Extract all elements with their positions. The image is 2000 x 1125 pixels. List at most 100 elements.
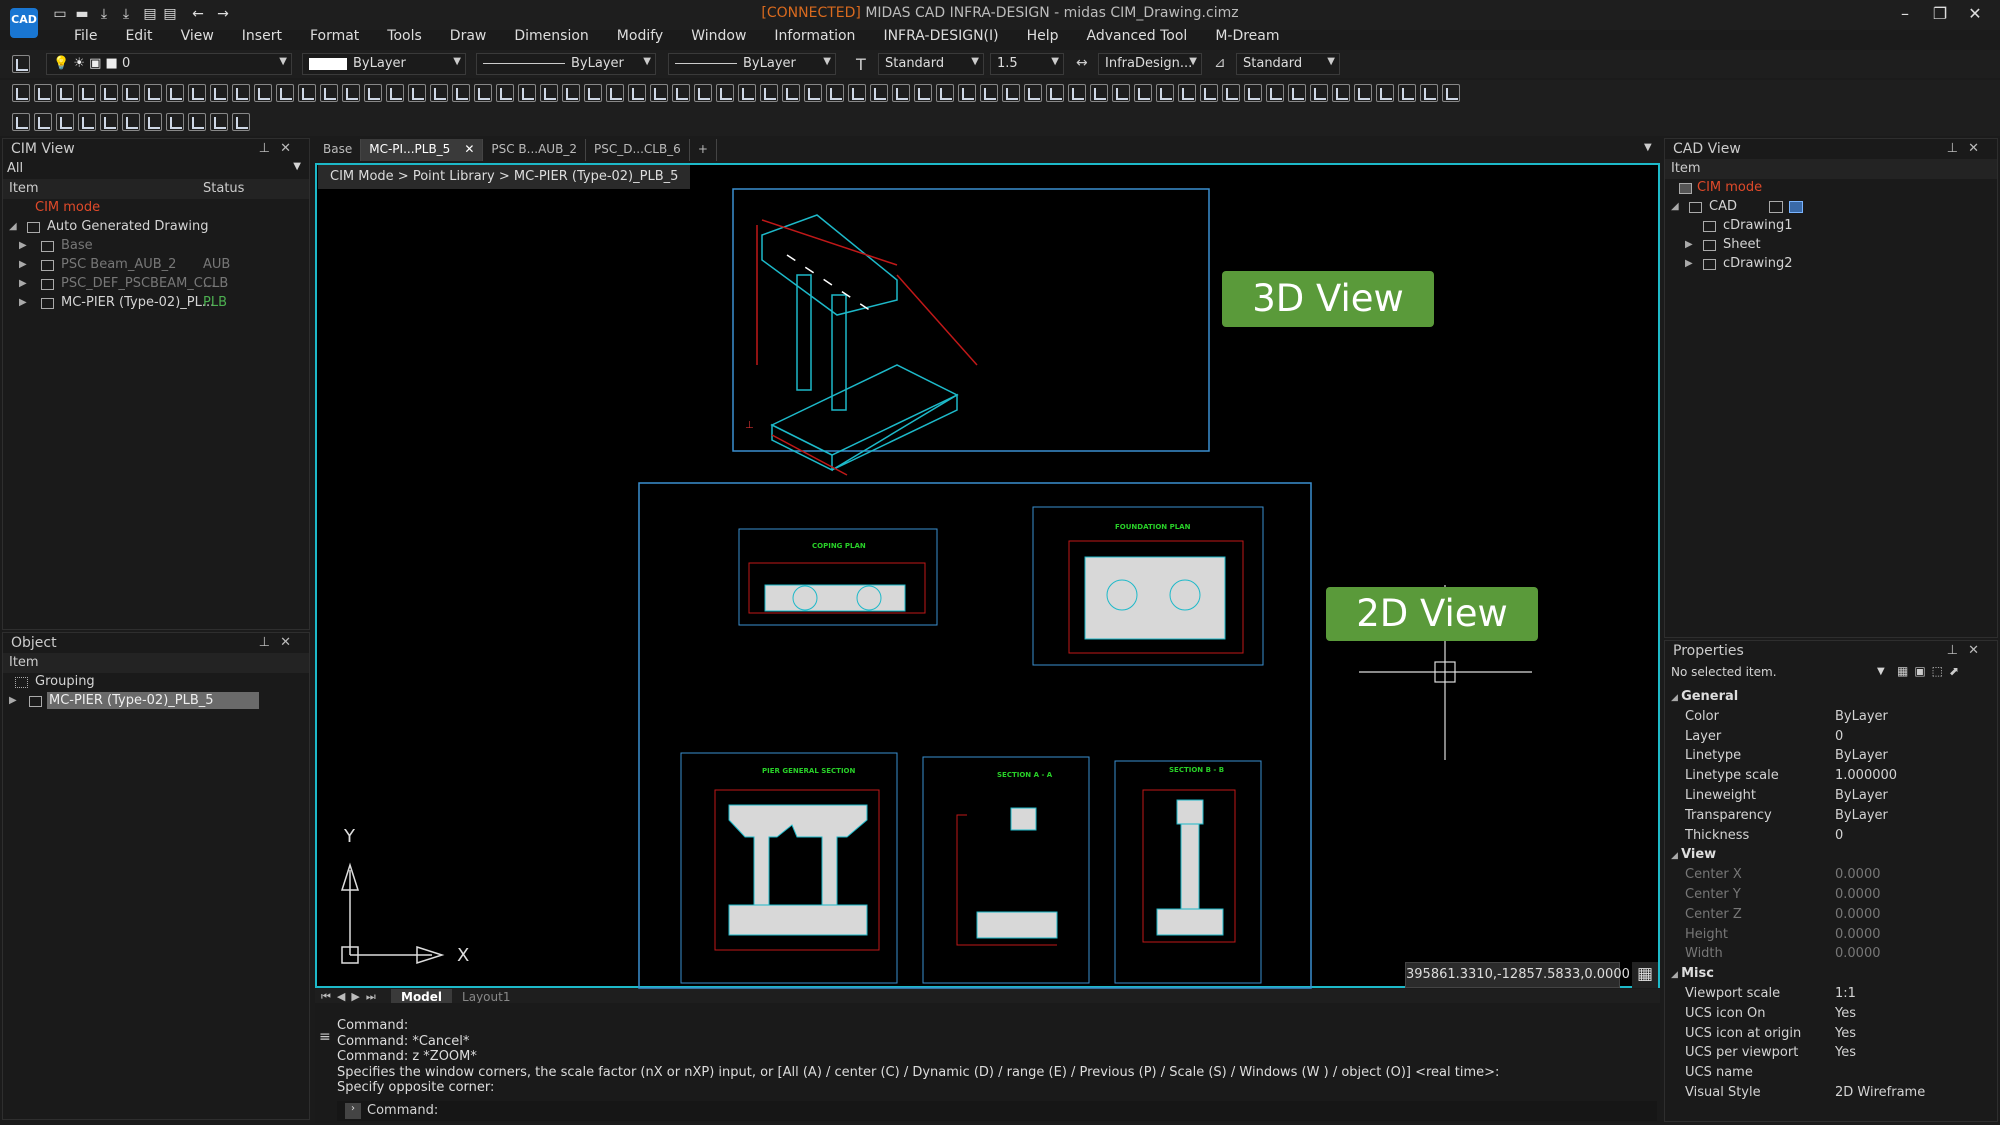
tool-icon[interactable] bbox=[364, 84, 382, 102]
tool-icon[interactable] bbox=[1354, 84, 1372, 102]
expand-icon[interactable]: ▶ bbox=[1685, 258, 1693, 269]
properties-pin-close-icons[interactable]: ⊥✕ bbox=[1947, 643, 1989, 658]
tool-icon[interactable] bbox=[1156, 84, 1174, 102]
modify-tool-icon[interactable] bbox=[56, 113, 74, 131]
tool-icon[interactable] bbox=[518, 84, 536, 102]
menu-advanced-tool[interactable]: Advanced Tool bbox=[1073, 26, 1202, 48]
tool-icon[interactable] bbox=[342, 84, 360, 102]
minimize-button[interactable]: – bbox=[1885, 2, 1925, 26]
tool-icon[interactable] bbox=[1332, 84, 1350, 102]
selection-select[interactable]: No selected item. ▼ ▦▣⬚⬈ bbox=[1665, 661, 1997, 687]
tool-icon[interactable] bbox=[760, 84, 778, 102]
tool-icon[interactable] bbox=[386, 84, 404, 102]
modify-tool-icon[interactable] bbox=[166, 113, 184, 131]
tool-icon[interactable] bbox=[1024, 84, 1042, 102]
doc-tab[interactable]: PSC B...AUB_2 bbox=[483, 139, 586, 161]
tool-icon[interactable] bbox=[1420, 84, 1438, 102]
tool-icon[interactable] bbox=[1310, 84, 1328, 102]
property-row[interactable]: Center Z 0.0000 bbox=[1665, 905, 1997, 925]
object-pin-close-icons[interactable]: ⊥✕ bbox=[259, 635, 301, 650]
tool-icon[interactable] bbox=[606, 84, 624, 102]
linetype-combo[interactable]: ByLayer ▼ bbox=[476, 53, 656, 75]
tool-icon[interactable] bbox=[540, 84, 558, 102]
menu-file[interactable]: File bbox=[60, 26, 111, 48]
property-row[interactable]: Lineweight ByLayer bbox=[1665, 786, 1997, 806]
cim-item[interactable]: ▶ Base bbox=[3, 237, 309, 256]
tool-icon[interactable] bbox=[892, 84, 910, 102]
selection-tools-icons[interactable]: ▦▣⬚⬈ bbox=[1897, 664, 1965, 678]
menu-insert[interactable]: Insert bbox=[228, 26, 296, 48]
tool-icon[interactable] bbox=[1222, 84, 1240, 102]
view-section[interactable]: ◢ View bbox=[1665, 845, 1997, 865]
tool-icon[interactable] bbox=[12, 84, 30, 102]
property-row[interactable]: Transparency ByLayer bbox=[1665, 806, 1997, 826]
command-input[interactable]: › Command: bbox=[337, 1101, 1657, 1121]
command-menu-icon[interactable]: ≡ bbox=[319, 1029, 331, 1045]
tool-icon[interactable] bbox=[298, 84, 316, 102]
tool-icon[interactable] bbox=[826, 84, 844, 102]
layer-combo[interactable]: 💡 ☀ ▣ ■ 0 ▼ bbox=[46, 53, 292, 75]
tool-icon[interactable] bbox=[254, 84, 272, 102]
menu-dimension[interactable]: Dimension bbox=[500, 26, 602, 48]
tool-icon[interactable] bbox=[1398, 84, 1416, 102]
tool-icon[interactable] bbox=[144, 84, 162, 102]
menu-format[interactable]: Format bbox=[296, 26, 373, 48]
tool-icon[interactable] bbox=[56, 84, 74, 102]
expand-icon[interactable]: ▶ bbox=[19, 259, 27, 270]
tool-icon[interactable] bbox=[1090, 84, 1108, 102]
modify-tool-icon[interactable] bbox=[232, 113, 250, 131]
modify-tool-icon[interactable] bbox=[78, 113, 96, 131]
menu-m-dream[interactable]: M-Dream bbox=[1201, 26, 1293, 48]
modify-tool-icon[interactable] bbox=[122, 113, 140, 131]
color-combo[interactable]: ByLayer ▼ bbox=[302, 53, 466, 75]
tool-icon[interactable] bbox=[1112, 84, 1130, 102]
menu-infra-design-i-[interactable]: INFRA-DESIGN(I) bbox=[869, 26, 1012, 48]
expand-icon[interactable]: ▶ bbox=[19, 240, 27, 251]
property-row[interactable]: UCS per viewport Yes bbox=[1665, 1043, 1997, 1063]
tabs-dropdown-icon[interactable]: ▼ bbox=[1644, 142, 1652, 153]
tool-icon[interactable] bbox=[870, 84, 888, 102]
tool-icon[interactable] bbox=[408, 84, 426, 102]
cad-item[interactable]: ▶ cDrawing2 bbox=[1665, 255, 1997, 274]
property-row[interactable]: Thickness 0 bbox=[1665, 826, 1997, 846]
cad-root-node[interactable]: ◢ CAD bbox=[1665, 198, 1997, 217]
layer-manager-icon[interactable] bbox=[12, 55, 30, 73]
maximize-button[interactable]: ❐ bbox=[1920, 2, 1960, 26]
tool-icon[interactable] bbox=[1266, 84, 1284, 102]
tool-icon[interactable] bbox=[1442, 84, 1460, 102]
expand-icon[interactable]: ▶ bbox=[1685, 239, 1693, 250]
cad-item[interactable]: cDrawing1 bbox=[1665, 217, 1997, 236]
misc-section[interactable]: ◢ Misc bbox=[1665, 964, 1997, 984]
tool-icon[interactable] bbox=[78, 84, 96, 102]
property-row[interactable]: Visual Style 2D Wireframe bbox=[1665, 1083, 1997, 1103]
tool-icon[interactable] bbox=[980, 84, 998, 102]
cim-item[interactable]: ▶ PSC Beam_AUB_2 AUB bbox=[3, 256, 309, 275]
cad-item[interactable]: ▶ Sheet bbox=[1665, 236, 1997, 255]
lineweight-combo[interactable]: ByLayer ▼ bbox=[668, 53, 836, 75]
menu-draw[interactable]: Draw bbox=[436, 26, 501, 48]
tool-icon[interactable] bbox=[276, 84, 294, 102]
expand-icon[interactable]: ▶ bbox=[19, 297, 27, 308]
tool-icon[interactable] bbox=[562, 84, 580, 102]
cad-pin-close-icons[interactable]: ⊥✕ bbox=[1947, 141, 1989, 156]
cim-filter-select[interactable]: All ▼ bbox=[3, 159, 309, 179]
tool-icon[interactable] bbox=[1244, 84, 1262, 102]
cad-view-icon-1[interactable] bbox=[1769, 201, 1783, 213]
tool-icon[interactable] bbox=[1178, 84, 1196, 102]
property-row[interactable]: Center Y 0.0000 bbox=[1665, 885, 1997, 905]
tool-icon[interactable] bbox=[34, 84, 52, 102]
doc-tab[interactable]: Base bbox=[315, 139, 362, 161]
property-row[interactable]: UCS icon at origin Yes bbox=[1665, 1024, 1997, 1044]
grouping-node[interactable]: Grouping bbox=[3, 673, 309, 692]
tool-icon[interactable] bbox=[166, 84, 184, 102]
selected-object-node[interactable]: ▶ MC-PIER (Type-02)_PLB_5 bbox=[3, 692, 309, 711]
cim-item[interactable]: ▶ MC-PIER (Type-02)_PL... PLB bbox=[3, 294, 309, 313]
menu-information[interactable]: Information bbox=[760, 26, 869, 48]
menu-edit[interactable]: Edit bbox=[111, 26, 166, 48]
tool-icon[interactable] bbox=[474, 84, 492, 102]
text-height-combo[interactable]: 1.5 ▼ bbox=[990, 53, 1064, 75]
tool-icon[interactable] bbox=[100, 84, 118, 102]
tool-icon[interactable] bbox=[804, 84, 822, 102]
tab-close-icon[interactable]: ✕ bbox=[464, 142, 474, 156]
auto-generated-node[interactable]: ◢ Auto Generated Drawing bbox=[3, 218, 309, 237]
